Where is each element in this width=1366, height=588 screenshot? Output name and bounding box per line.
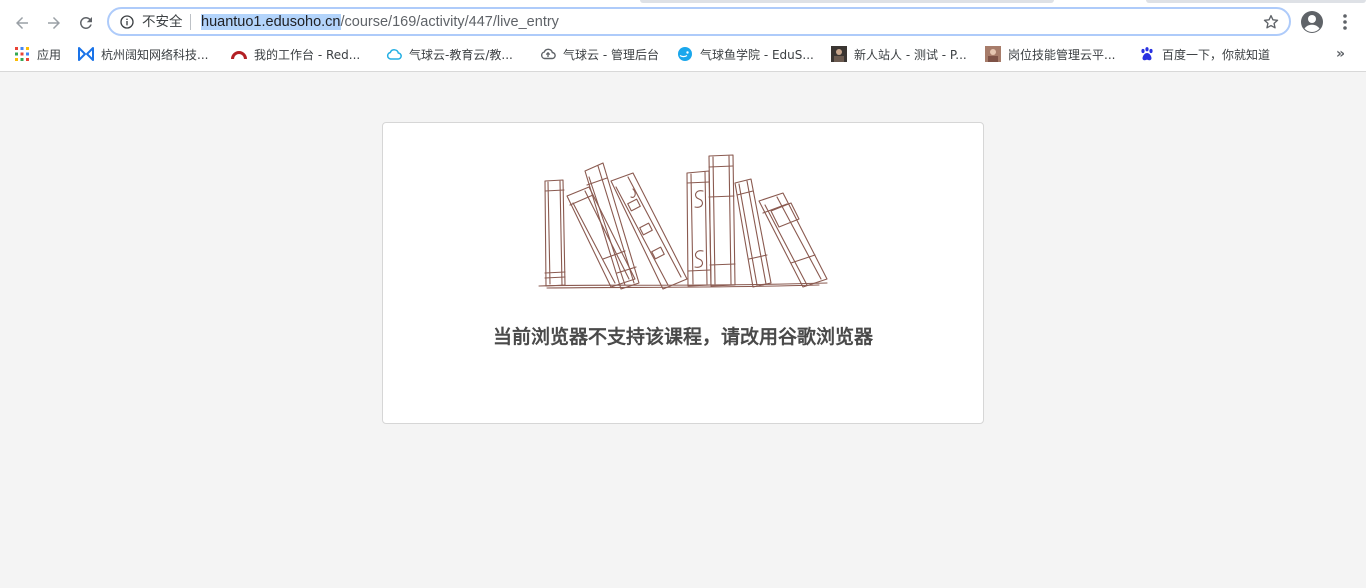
- tab-strip-edge: [640, 0, 1054, 3]
- reload-button[interactable]: [73, 10, 99, 36]
- bookmark-newbie-test[interactable]: 新人站人 - 测试 - P...: [831, 44, 967, 64]
- kebab-menu-icon: [1343, 14, 1347, 30]
- arrow-left-icon: [16, 17, 28, 29]
- forward-button[interactable]: [41, 10, 67, 36]
- bookmark-qiqiuyun-admin[interactable]: 气球云 - 管理后台: [540, 44, 659, 64]
- reload-icon: [79, 16, 92, 29]
- bookmark-baidu[interactable]: 百度一下，你就知道: [1139, 44, 1270, 64]
- info-icon[interactable]: [119, 14, 135, 30]
- baidu-paw-icon: [1141, 47, 1153, 61]
- bookmarks-bar: 应用 杭州阔知网络科技... 我的工作台 - Red... 气球云-教育云/教.…: [0, 42, 1366, 66]
- omnibox-divider: [190, 14, 191, 30]
- account-icon[interactable]: [1300, 10, 1324, 34]
- back-button[interactable]: [9, 10, 35, 36]
- bowtie-logo-icon: [78, 47, 94, 61]
- fish-icon: [678, 47, 692, 61]
- tab-strip-edge: [1146, 0, 1366, 3]
- redmine-arc-icon: [231, 51, 247, 60]
- security-status[interactable]: 不安全: [142, 13, 183, 31]
- bookshelf-sketch-icon: [538, 154, 828, 290]
- apps-grid-icon: [15, 47, 29, 61]
- avatar-thumb-icon: [831, 46, 847, 62]
- cloud-upload-icon: [541, 48, 556, 60]
- url-text[interactable]: huantuo1.edusoho.cn/course/169/activity/…: [201, 12, 559, 32]
- url-host: huantuo1.edusoho.cn: [201, 14, 341, 30]
- bookmarks-overflow-button[interactable]: »: [1336, 46, 1345, 62]
- arrow-right-icon: [48, 17, 60, 29]
- browser-toolbar: 不安全 huantuo1.edusoho.cn/course/169/activ…: [0, 6, 1366, 38]
- bookmark-qiqiuyu-academy[interactable]: 气球鱼学院 - EduS...: [677, 44, 814, 64]
- bookmark-qiqiuyun-edu[interactable]: 气球云-教育云/教...: [386, 44, 513, 64]
- bookmark-skills-cloud[interactable]: 岗位技能管理云平...: [985, 44, 1115, 64]
- browser-chrome: 不安全 huantuo1.edusoho.cn/course/169/activ…: [0, 0, 1366, 72]
- unsupported-browser-message: 当前浏览器不支持该课程，请改用谷歌浏览器: [492, 326, 873, 348]
- bookmark-redmine[interactable]: 我的工作台 - Red...: [231, 44, 360, 64]
- bookmark-apps[interactable]: 应用: [14, 44, 61, 64]
- cloud-icon: [386, 49, 402, 60]
- avatar-thumb-icon: [985, 46, 1001, 62]
- browser-menu-button[interactable]: [1335, 10, 1355, 34]
- star-icon[interactable]: [1262, 13, 1280, 31]
- address-bar[interactable]: 不安全 huantuo1.edusoho.cn/course/169/activ…: [107, 7, 1291, 36]
- url-path: /course/169/activity/447/live_entry: [340, 14, 559, 30]
- bookmark-kuozhi[interactable]: 杭州阔知网络科技...: [78, 44, 208, 64]
- unsupported-browser-card: 当前浏览器不支持该课程，请改用谷歌浏览器: [382, 122, 984, 424]
